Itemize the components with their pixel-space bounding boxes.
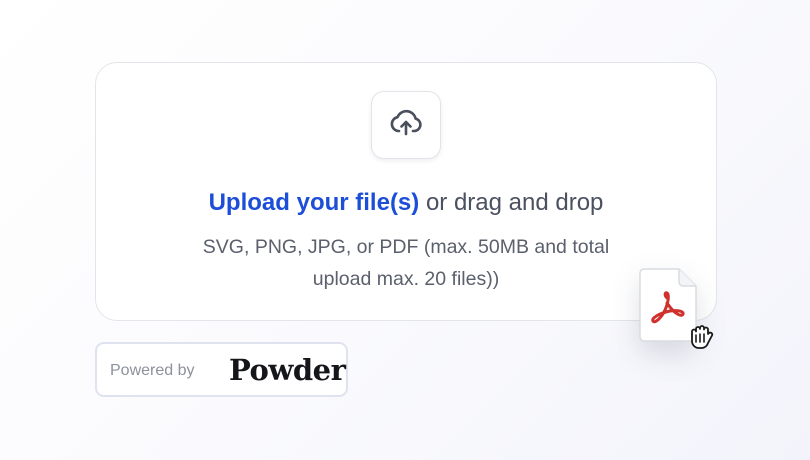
powered-by-label: Powered by [110, 362, 195, 379]
upload-hint-line-1: SVG, PNG, JPG, or PDF (max. 50MB and tot… [202, 236, 610, 258]
upload-hint-line-2: upload max. 20 files)) [312, 268, 500, 290]
upload-hint: SVG, PNG, JPG, or PDF (max. 50MB and tot… [95, 231, 717, 295]
upload-icon-button[interactable] [371, 91, 441, 159]
upload-headline: Upload your file(s) or drag and drop [95, 187, 717, 219]
drag-drop-text: or drag and drop [419, 189, 604, 216]
cloud-upload-icon [388, 105, 424, 146]
powered-by-badge[interactable]: Powered by Powder [95, 342, 348, 397]
grab-hand-cursor-icon [686, 322, 716, 352]
upload-files-link[interactable]: Upload your file(s) [209, 189, 420, 216]
brand-logo: Powder [229, 353, 346, 387]
